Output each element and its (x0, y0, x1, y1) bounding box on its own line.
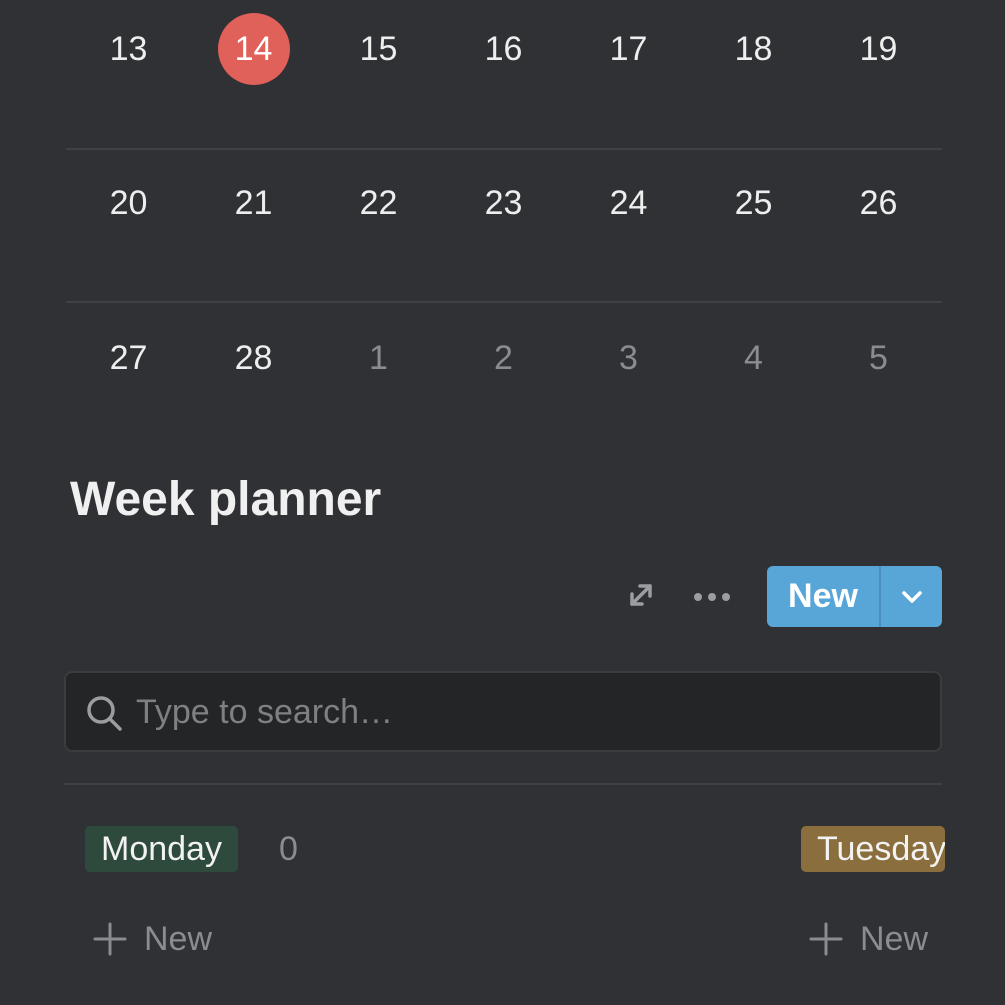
calendar-week: 27 28 1 2 3 4 5 (66, 301, 942, 454)
column-tag-monday[interactable]: Monday (85, 826, 238, 872)
new-button[interactable]: New (767, 566, 881, 627)
column-tag-tuesday[interactable]: Tuesday (801, 826, 945, 872)
calendar-day[interactable]: 27 (66, 339, 191, 378)
plus-icon (809, 922, 843, 956)
calendar-week: 13 14 15 16 17 18 19 (66, 0, 942, 153)
calendar-day[interactable]: 15 (316, 30, 441, 69)
search-box (64, 671, 942, 752)
chevron-down-icon (901, 590, 922, 603)
calendar-day-next-month[interactable]: 1 (316, 339, 441, 378)
new-button-group: New (767, 566, 942, 627)
search-input[interactable] (136, 687, 916, 737)
calendar-day[interactable]: 16 (441, 30, 566, 69)
calendar-day[interactable]: 28 (191, 339, 316, 378)
column-count: 0 (279, 830, 298, 868)
calendar-day[interactable]: 24 (566, 184, 691, 223)
calendar-day-next-month[interactable]: 5 (816, 339, 941, 378)
divider (64, 783, 942, 785)
add-new-card-button[interactable]: New (92, 916, 212, 962)
calendar-week: 20 21 22 23 24 25 26 (66, 148, 942, 301)
add-new-label: New (144, 919, 213, 958)
calendar-day[interactable]: 19 (816, 30, 941, 69)
calendar-day[interactable]: 23 (441, 184, 566, 223)
calendar-day-today[interactable]: 14 (191, 13, 316, 85)
more-horizontal-icon[interactable] (692, 588, 734, 606)
calendar-day[interactable]: 26 (816, 184, 941, 223)
calendar-day-next-month[interactable]: 3 (566, 339, 691, 378)
calendar-day-next-month[interactable]: 2 (441, 339, 566, 378)
add-new-card-button[interactable]: New (808, 916, 928, 962)
calendar-day[interactable]: 20 (66, 184, 191, 223)
expand-arrows-icon[interactable] (624, 578, 658, 612)
calendar-day[interactable]: 18 (691, 30, 816, 69)
calendar-day[interactable]: 17 (566, 30, 691, 69)
calendar-day[interactable]: 21 (191, 184, 316, 223)
plus-icon (93, 922, 127, 956)
calendar-day[interactable]: 22 (316, 184, 441, 223)
calendar-day-next-month[interactable]: 4 (691, 339, 816, 378)
page: 13 14 15 16 17 18 19 20 21 22 23 24 25 2… (0, 0, 1005, 1005)
search-icon (87, 696, 122, 731)
add-new-label: New (860, 919, 929, 958)
section-title: Week planner (70, 473, 382, 526)
calendar-day[interactable]: 13 (66, 30, 191, 69)
new-dropdown-button[interactable] (881, 566, 942, 627)
calendar-day[interactable]: 25 (691, 184, 816, 223)
